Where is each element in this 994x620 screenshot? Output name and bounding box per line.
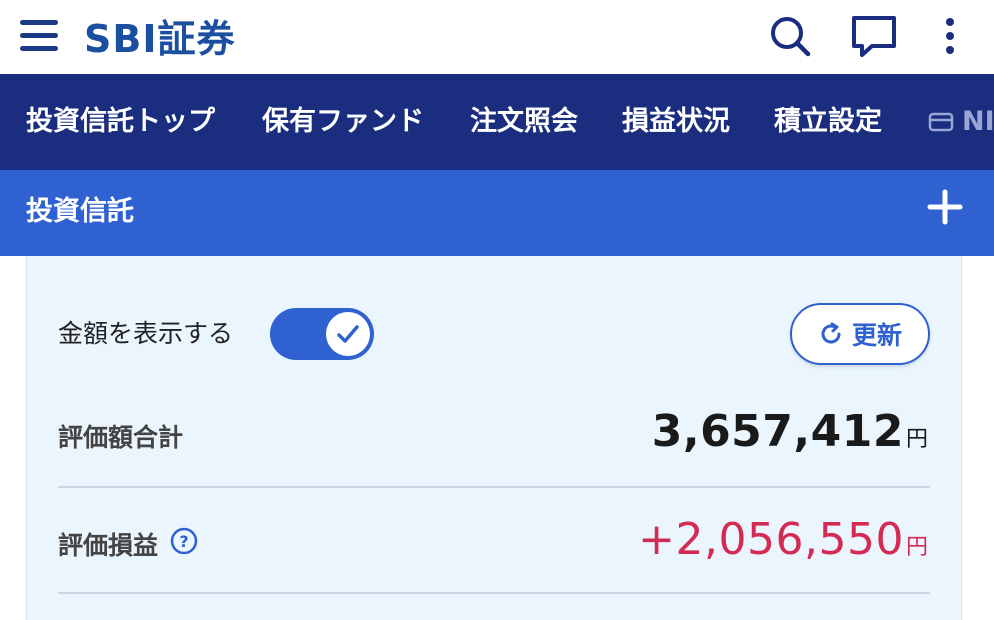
unrealized-pl-amount: +2,056,550 (638, 514, 904, 565)
more-vertical-icon[interactable] (928, 14, 972, 58)
tab-nisa[interactable]: NIS (928, 74, 994, 170)
total-valuation-value: 3,657,412 円 (652, 406, 928, 457)
app-header: SBI証券 (0, 0, 994, 74)
refresh-label: 更新 (851, 321, 902, 350)
chat-icon[interactable] (850, 14, 896, 58)
check-icon (337, 325, 359, 343)
unrealized-pl-label: 評価損益 (58, 531, 159, 560)
menu-icon[interactable] (20, 16, 60, 56)
tab-holdings[interactable]: 保有ファンド (262, 74, 424, 170)
fund-nav-bar: 投資信託トップ 保有ファンド 注文照会 損益状況 積立設定 NIS (0, 74, 994, 170)
card-icon (928, 112, 954, 132)
search-icon[interactable] (768, 14, 812, 58)
unrealized-pl-value: +2,056,550 円 (638, 514, 928, 565)
tab-accumulation-settings[interactable]: 積立設定 (774, 74, 882, 170)
divider (58, 592, 930, 594)
svg-text:?: ? (179, 532, 188, 551)
tab-order-inquiry[interactable]: 注文照会 (470, 74, 578, 170)
unrealized-pl-row-label: 評価損益 ? (58, 526, 198, 562)
show-amount-label: 金額を表示する (58, 319, 234, 348)
total-valuation-label: 評価額合計 (58, 423, 184, 452)
tab-fund-top[interactable]: 投資信託トップ (26, 74, 215, 170)
divider (58, 486, 930, 488)
toggle-knob (326, 312, 370, 356)
section-header[interactable]: 投資信託 (0, 170, 994, 256)
total-valuation-amount: 3,657,412 (651, 406, 904, 457)
refresh-button[interactable]: 更新 (790, 303, 930, 365)
plus-icon[interactable] (924, 186, 966, 228)
section-title: 投資信託 (26, 196, 134, 227)
currency-unit: 円 (905, 427, 928, 452)
show-amount-toggle[interactable] (270, 308, 374, 360)
logo[interactable]: SBI証券 (84, 10, 236, 61)
refresh-icon (821, 322, 841, 344)
logo-text: SBI証券 (84, 16, 236, 61)
tab-nisa-label: NIS (962, 106, 994, 137)
help-icon[interactable]: ? (170, 527, 198, 561)
currency-unit: 円 (905, 535, 928, 560)
tab-profit-loss[interactable]: 損益状況 (622, 74, 730, 170)
